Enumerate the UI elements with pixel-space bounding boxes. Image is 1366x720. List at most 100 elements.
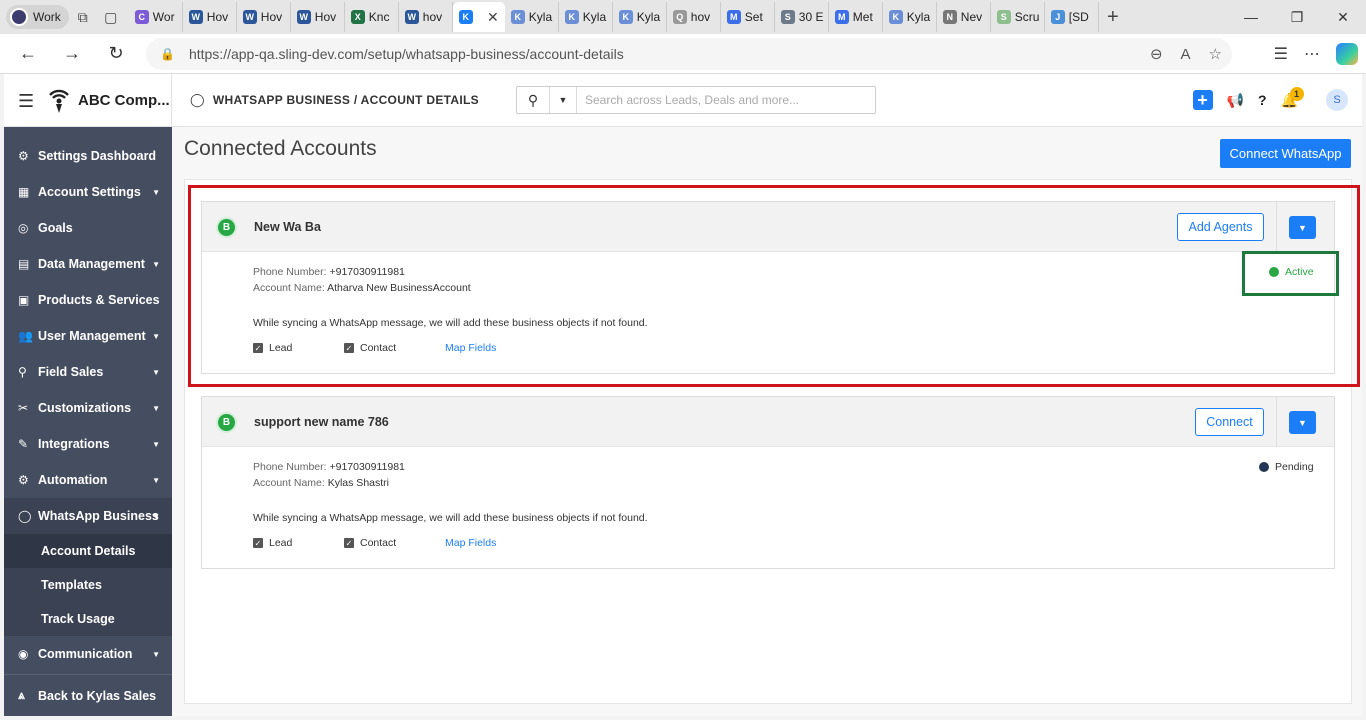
highlight-box-account [188, 185, 1360, 387]
browser-tab-bar: Work ⧉ ▢ C Wor W Hov W Hov W Hov X Knc Whov K ✕ K Kyla… [0, 0, 1366, 34]
company-name[interactable]: ABC Comp... [78, 92, 170, 109]
caret-down-icon: ▼ [152, 259, 160, 269]
sidebar-item-data-management[interactable]: ▤ Data Management ▼ [4, 246, 172, 282]
sidebar-item-label: Communication [38, 647, 133, 661]
tab-favicon-icon: K [510, 10, 525, 24]
gear-icon: ⚙ [18, 149, 29, 163]
browser-tab[interactable]: J [SD [1045, 2, 1099, 32]
tab-label: Kyla [528, 10, 553, 24]
tab-label: Knc [368, 10, 390, 24]
favorites-icon[interactable]: ☰ [1274, 44, 1288, 64]
browser-tab[interactable]: M Met [829, 2, 883, 32]
sidebar-item-label: Automation [38, 473, 108, 487]
browser-tab[interactable]: Qhov [667, 2, 721, 32]
bell-icon[interactable]: 🔔 1 [1281, 86, 1304, 109]
browser-tab[interactable]: K Kyla [559, 2, 613, 32]
url-field[interactable]: 🔒 https://app-qa.sling-dev.com/setup/wha… [146, 38, 1232, 70]
user-avatar[interactable]: S [1326, 89, 1348, 111]
sidebar-item-customizations[interactable]: ✂ Customizations ▼ [4, 390, 172, 426]
browser-tab[interactable]: N Nev [937, 2, 991, 32]
map-fields-link[interactable]: Map Fields [445, 537, 496, 549]
refresh-icon[interactable]: ↻ [98, 38, 134, 70]
lead-label: Lead [269, 537, 293, 549]
notification-badge: 1 [1289, 86, 1304, 101]
connect-button[interactable]: Connect [1195, 408, 1264, 436]
contact-checkbox[interactable]: ✓ Contact [344, 537, 396, 549]
search-input[interactable] [577, 88, 875, 112]
caret-down-icon: ▼ [152, 331, 160, 341]
browser-tab[interactable]: K ✕ [452, 2, 505, 32]
maximize-icon[interactable]: ❐ [1274, 0, 1320, 34]
tab-favicon-icon: N [942, 10, 957, 24]
copilot-icon[interactable] [1336, 43, 1358, 65]
sidebar-item-settings-dashboard[interactable]: ⚙ Settings Dashboard [4, 138, 172, 174]
sidebar-item-account-settings[interactable]: ▦ Account Settings ▼ [4, 174, 172, 210]
sidebar-item-products-services[interactable]: ▣ Products & Services [4, 282, 172, 318]
forward-icon[interactable]: → [54, 38, 90, 70]
more-menu-icon[interactable]: ⋯ [1304, 44, 1320, 64]
caret-down-icon: ▼ [152, 475, 160, 485]
sidebar-item-integrations[interactable]: ✎ Integrations ▼ [4, 426, 172, 462]
sidebar-item-automation[interactable]: ⚙ Automation ▼ [4, 462, 172, 498]
browser-tab[interactable]: K Kyla [613, 2, 667, 32]
tab-favicon-icon: W [404, 10, 419, 24]
browser-tab[interactable]: W Hov [183, 2, 237, 32]
sidebar-subitem-templates[interactable]: Templates [4, 568, 172, 602]
favorite-star-icon[interactable]: ☆ [1209, 45, 1222, 63]
browser-tab[interactable]: W Hov [291, 2, 345, 32]
profile-label: Work [33, 10, 61, 24]
sidebar-subitem-account-details[interactable]: Account Details [4, 534, 172, 568]
browser-tab[interactable]: K Kyla [505, 2, 559, 32]
sidebar-subitem-track-usage[interactable]: Track Usage [4, 602, 172, 636]
hamburger-menu-icon[interactable]: ☰ [18, 91, 34, 112]
sidebar-item-field-sales[interactable]: ⚲ Field Sales ▼ [4, 354, 172, 390]
breadcrumb-text: WHATSAPP BUSINESS / ACCOUNT DETAILS [212, 93, 479, 107]
lead-checkbox[interactable]: ✓ Lead [253, 537, 292, 549]
quick-add-button[interactable]: + [1192, 90, 1213, 110]
read-aloud-icon[interactable]: A [1181, 46, 1191, 63]
search-entity-dropdown[interactable]: ▼ [549, 87, 577, 113]
account-menu-dropdown[interactable]: ▼ [1289, 411, 1316, 434]
browser-tab[interactable]: C Wor [129, 2, 183, 32]
table-icon: ▤ [18, 257, 30, 271]
sidebar-item-label: Customizations [38, 401, 132, 415]
browser-tab[interactable]: K Kyla [883, 2, 937, 32]
tab-label: Hov [314, 10, 337, 24]
sidebar-item-whatsapp-business[interactable]: ◯ WhatsApp Business ▼ [4, 498, 172, 534]
status-badge: Pending [1259, 461, 1314, 473]
browser-tab[interactable]: Whov [399, 2, 453, 32]
back-icon[interactable]: ← [10, 38, 46, 70]
sidebar-item-user-management[interactable]: 👥 User Management ▼ [4, 318, 172, 354]
workspaces-icon[interactable]: ⧉ [69, 3, 97, 31]
tab-favicon-icon: X [350, 10, 365, 24]
new-tab-icon[interactable]: + [1099, 3, 1127, 31]
help-icon[interactable]: ? [1258, 92, 1267, 108]
search-icon[interactable]: ⚲ [517, 92, 549, 109]
contact-label: Contact [360, 537, 397, 549]
target-icon: ◎ [18, 221, 29, 235]
tab-favicon-icon: M [834, 10, 849, 24]
close-tab-icon[interactable]: ✕ [487, 9, 499, 26]
connect-whatsapp-button[interactable]: Connect WhatsApp [1220, 139, 1351, 168]
zoom-icon[interactable]: ⊖ [1150, 45, 1163, 63]
sidebar-item-label: Goals [38, 221, 73, 235]
header-divider [171, 74, 172, 127]
back-to-kylas-sales-link[interactable]: ⩓ Back to Kylas Sales [4, 674, 172, 716]
browser-tab[interactable]: S 30 E [775, 2, 829, 32]
browser-tab[interactable]: M Set [721, 2, 775, 32]
browser-tab[interactable]: X Knc [345, 2, 399, 32]
tab-favicon-icon: K [458, 10, 473, 24]
sidebar-item-goals[interactable]: ◎ Goals [4, 210, 172, 246]
browser-tab[interactable]: W Hov [237, 2, 291, 32]
sidebar-item-communication[interactable]: ◉ Communication ▼ [4, 636, 172, 672]
browser-tab[interactable]: S Scru [991, 2, 1045, 32]
tools-icon: ✂ [18, 401, 29, 415]
caret-down-icon: ▼ [152, 439, 160, 449]
tab-actions-icon[interactable]: ▢ [97, 3, 125, 31]
tab-favicon-icon: J [1050, 10, 1065, 24]
minimize-icon[interactable]: — [1228, 0, 1274, 34]
tab-favicon-icon: K [888, 10, 903, 24]
close-window-icon[interactable]: ✕ [1320, 0, 1366, 34]
browser-profile-button[interactable]: Work [6, 5, 69, 29]
megaphone-icon[interactable]: 📢 [1227, 92, 1244, 109]
